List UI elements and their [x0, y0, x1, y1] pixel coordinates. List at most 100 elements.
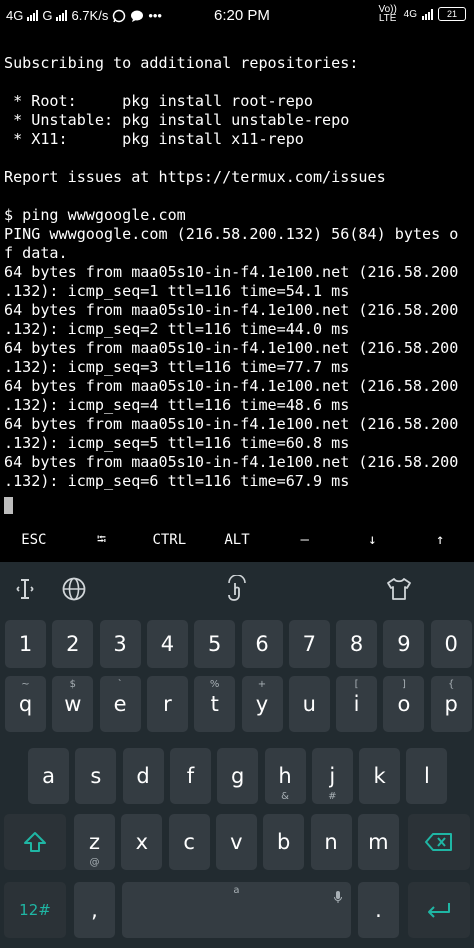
key-label: m: [368, 830, 389, 854]
shift-key[interactable]: [4, 814, 66, 870]
terminal-line: 64 bytes from maa05s10-in-f4.1e100.net (…: [4, 453, 459, 471]
key-label: 2: [66, 632, 80, 656]
signal-icon-3: [422, 8, 433, 20]
key-v[interactable]: v: [215, 814, 257, 870]
key-label: k: [373, 764, 386, 788]
key-label: 4: [160, 632, 175, 656]
key-m[interactable]: m: [357, 814, 399, 870]
terminal-line: .132): icmp_seq=2 ttl=116 time=44.0 ms: [4, 320, 350, 338]
key-label: n: [324, 830, 338, 854]
terminal-line: .132): icmp_seq=5 ttl=116 time=60.8 ms: [4, 434, 350, 452]
key-label: [4, 814, 66, 870]
key-6[interactable]: 6: [241, 620, 283, 668]
key-secondary-label: [: [354, 679, 359, 690]
key-secondary-label: a: [233, 885, 240, 896]
space-key[interactable]: a: [122, 882, 351, 938]
alt-key[interactable]: ALT: [203, 520, 271, 560]
key-label: v: [230, 830, 243, 854]
key-p[interactable]: p{: [430, 676, 472, 732]
tab-key[interactable]: ⭾: [68, 520, 136, 560]
key-secondary-label: #: [328, 791, 337, 802]
terminal-line: 64 bytes from maa05s10-in-f4.1e100.net (…: [4, 301, 459, 319]
terminal-line: Subscribing to additional repositories:: [4, 54, 359, 72]
key-q[interactable]: q ~: [5, 676, 46, 732]
key-label: f: [186, 764, 195, 788]
clock: 6:20 PM: [214, 7, 270, 24]
battery-icon: 21: [438, 7, 466, 21]
key-a[interactable]: a: [28, 748, 69, 804]
key-secondary-label: $: [69, 679, 76, 690]
key-label: l: [423, 764, 430, 788]
key-c[interactable]: c: [168, 814, 210, 870]
up-arrow-key[interactable]: ↑: [406, 520, 474, 560]
key-o[interactable]: o]: [383, 676, 425, 732]
signal-icon: [27, 10, 39, 21]
key-5[interactable]: 5: [194, 620, 236, 668]
key-s[interactable]: s: [75, 748, 117, 804]
text-cursor-icon[interactable]: [8, 572, 42, 606]
key-label: d: [136, 764, 150, 788]
key-secondary-label: `: [117, 679, 123, 690]
key-l[interactable]: l: [406, 748, 448, 804]
key-y[interactable]: y +: [241, 676, 283, 732]
key-r[interactable]: r: [146, 676, 188, 732]
key-f[interactable]: f: [169, 748, 211, 804]
down-arrow-key[interactable]: ↓: [339, 520, 407, 560]
key-j[interactable]: j #: [311, 748, 353, 804]
terminal-line: PING wwwgoogle.com (216.58.200.132) 56(8…: [4, 225, 459, 243]
key-t[interactable]: t%: [194, 676, 236, 732]
key-k[interactable]: k: [359, 748, 401, 804]
key-0[interactable]: 0: [430, 620, 472, 668]
key-label: 6: [255, 632, 269, 656]
key-h[interactable]: h &: [264, 748, 306, 804]
key-label: .: [375, 898, 382, 922]
key-b[interactable]: b: [263, 814, 305, 870]
globe-icon[interactable]: [57, 572, 91, 606]
key-4[interactable]: 4: [146, 620, 188, 668]
key-label: 0: [444, 632, 458, 656]
key-e[interactable]: e `: [99, 676, 141, 732]
key-n[interactable]: n: [310, 814, 352, 870]
symbols-key[interactable]: 12#: [4, 882, 66, 938]
key-9[interactable]: 9: [383, 620, 425, 668]
key-secondary-label: ]: [401, 679, 406, 690]
shirt-theme-icon[interactable]: [382, 572, 416, 606]
key-x[interactable]: x: [121, 814, 163, 870]
terminal-line: .132): icmp_seq=6 ttl=116 time=67.9 ms: [4, 472, 350, 490]
key-8[interactable]: 8: [336, 620, 378, 668]
key-z[interactable]: z @: [74, 814, 115, 870]
ctrl-key[interactable]: CTRL: [135, 520, 203, 560]
terminal-line: $ ping wwwgoogle.com: [4, 206, 186, 224]
key-label: u: [302, 692, 316, 716]
backspace-key[interactable]: [408, 814, 470, 870]
network-label-2: G: [42, 8, 53, 23]
key-i[interactable]: i[: [336, 676, 378, 732]
touch-gesture-icon[interactable]: [220, 572, 254, 606]
key-label: c: [183, 830, 195, 854]
comma-key[interactable]: ,: [74, 882, 115, 938]
key-label: s: [90, 764, 102, 788]
extra-keys-row: ESC ⭾ CTRL ALT — ↓ ↑: [0, 520, 474, 560]
key-g[interactable]: g: [217, 748, 259, 804]
terminal-line: * Root: pkg install root-repo: [4, 92, 313, 110]
terminal-line: Report issues at https://termux.com/issu…: [4, 168, 386, 186]
dash-key[interactable]: —: [271, 520, 339, 560]
key-label: [408, 882, 470, 938]
period-key[interactable]: .: [358, 882, 399, 938]
key-label: [408, 814, 470, 870]
key-3[interactable]: 3: [99, 620, 141, 668]
key-u[interactable]: u: [288, 676, 330, 732]
signal-icon-2: [56, 10, 68, 21]
key-2[interactable]: 2: [52, 620, 94, 668]
key-7[interactable]: 7: [288, 620, 330, 668]
chat-bubble-icon: [131, 10, 144, 22]
terminal-output[interactable]: Subscribing to additional repositories: …: [4, 54, 470, 514]
terminal-line: * X11: pkg install x11-repo: [4, 130, 304, 148]
key-d[interactable]: d: [122, 748, 164, 804]
enter-key[interactable]: [408, 882, 470, 938]
key-1[interactable]: 1: [5, 620, 46, 668]
esc-key[interactable]: ESC: [0, 520, 68, 560]
terminal-line: * Unstable: pkg install unstable-repo: [4, 111, 350, 129]
key-w[interactable]: w $: [52, 676, 94, 732]
